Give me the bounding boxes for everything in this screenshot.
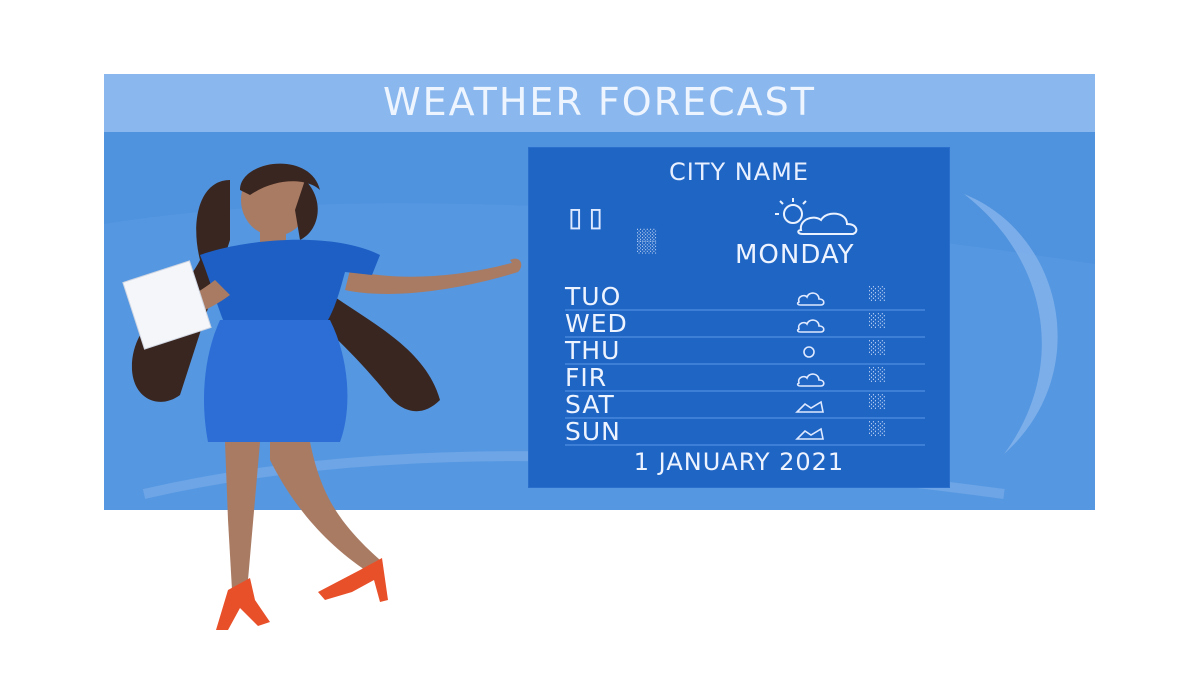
forecast-temperature-glyph: ░░ <box>869 287 887 302</box>
forecast-row: TUO ░░ <box>565 284 925 311</box>
sun-cloud-icon <box>775 198 858 235</box>
forecast-panel: CITY NAME ▯▯ ░░░ ░░░ MONDAY TUO ░░ WED ░░ THU… <box>528 147 950 488</box>
forecast-row: FIR ░░ <box>565 365 925 392</box>
weather-forecast-illustration: WEATHER FORECAST CITY NAME ▯▯ ░░░ ░░░ MON… <box>0 0 1200 700</box>
presenter-figure <box>122 163 522 630</box>
forecast-temperature-glyph: ░░ <box>869 368 887 383</box>
forecast-temperature-glyph: ░░ <box>869 341 887 356</box>
forecast-temperature-glyph: ░░ <box>869 422 887 437</box>
current-temperature-unit-glyph: ░░░ ░░░ <box>637 229 657 255</box>
current-day: MONDAY <box>735 240 855 270</box>
forecast-day-label: FIR <box>565 363 608 392</box>
forecast-day-label: THU <box>565 336 621 365</box>
sun-icon <box>803 346 815 358</box>
forecast-date: 1 JANUARY 2021 <box>633 448 845 476</box>
cloud-icon <box>796 319 825 333</box>
weekly-forecast-list: TUO ░░ WED ░░ THU ░░ FIR ░░ SAT ░░ SUN ░░ <box>565 284 925 446</box>
partly-cloudy-icon <box>795 400 824 413</box>
forecast-row: WED ░░ <box>565 311 925 338</box>
billboard-title: WEATHER FORECAST <box>383 80 816 124</box>
forecast-day-label: SAT <box>565 390 615 419</box>
forecast-row: THU ░░ <box>565 338 925 365</box>
forecast-day-label: WED <box>565 309 628 338</box>
cloud-icon <box>796 373 825 387</box>
forecast-day-label: TUO <box>565 282 622 311</box>
partly-cloudy-icon <box>795 427 824 440</box>
forecast-day-label: SUN <box>565 417 621 446</box>
current-temperature-glyph: ▯▯ <box>565 197 606 237</box>
forecast-temperature-glyph: ░░ <box>869 395 887 410</box>
forecast-row: SUN ░░ <box>565 419 925 446</box>
forecast-row: SAT ░░ <box>565 392 925 419</box>
forecast-temperature-glyph: ░░ <box>869 314 887 329</box>
city-name: CITY NAME <box>668 158 810 186</box>
cloud-icon <box>796 292 825 306</box>
